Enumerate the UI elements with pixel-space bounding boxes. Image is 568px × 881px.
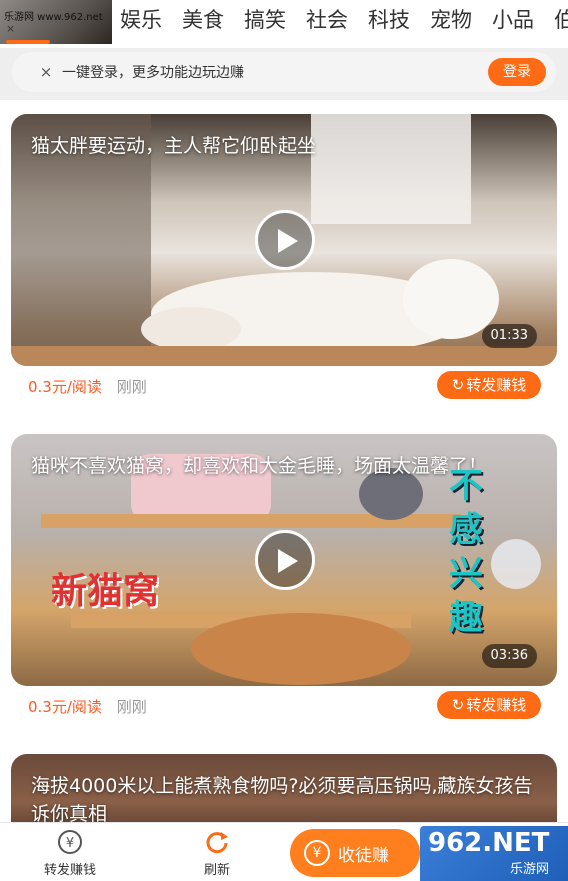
site-watermark-logo: 962.NET 乐游网 [420,826,568,881]
video-title: 海拔4000米以上能煮熟食物吗?必须要高压锅吗,藏族女孩告诉你真相 [31,775,533,825]
share-icon: ↻ [451,696,465,714]
share-earn-button[interactable]: ↻ 转发赚钱 [437,691,541,719]
login-button[interactable]: 登录 [488,58,546,86]
overlay-caption-left: 新猫窝 [51,571,160,612]
video-thumbnail[interactable]: 猫咪不喜欢猫窝，却喜欢和大金毛睡，场面太温馨了！ 新猫窝 不感兴趣 03:36 [11,434,557,686]
nav-share-earn-label: 转发赚钱 [43,863,96,878]
watermark-big-text: 962.NET [428,828,550,858]
card-meta: 0.3元/阅读 刚刚 [28,696,147,717]
play-icon [278,549,298,573]
nav-share-earn[interactable]: ¥ 转发赚钱 [20,829,120,878]
share-earn-button[interactable]: ↻ 转发赚钱 [437,371,541,399]
tab-food[interactable]: 美食 [182,4,224,36]
tab-tech[interactable]: 科技 [368,4,410,36]
play-button[interactable] [255,210,315,270]
post-time: 刚刚 [116,378,147,396]
reward-price: 0.3元/阅读 [28,378,102,396]
tab-entertainment[interactable]: 娱乐 [120,4,162,36]
category-tabs: 娱乐 美食 搞笑 社会 科技 宠物 小品 伯 [120,4,568,36]
recruit-earn-button[interactable]: ¥ 收徒赚 [290,829,420,877]
post-time: 刚刚 [116,698,147,716]
svg-text:¥: ¥ [66,836,74,851]
share-earn-label: 转发赚钱 [466,696,527,714]
active-tab-indicator [6,40,50,44]
close-icon[interactable]: × [6,22,15,35]
tab-funny[interactable]: 搞笑 [244,4,286,36]
watermark-small-text: 乐游网 [510,862,550,877]
video-card[interactable]: 猫太胖要运动，主人帮它仰卧起坐 01:33 0.3元/阅读 刚刚 ↻ 转发赚钱 [0,100,568,420]
video-duration: 03:36 [481,644,537,668]
video-card[interactable]: 海拔4000米以上能煮熟食物吗?必须要高压锅吗,藏族女孩告诉你真相 [0,740,568,834]
play-icon [278,229,298,253]
nav-refresh[interactable]: 刷新 [167,829,267,878]
video-card[interactable]: 猫咪不喜欢猫窝，却喜欢和大金毛睡，场面太温馨了！ 新猫窝 不感兴趣 03:36 … [0,420,568,740]
tab-pets[interactable]: 宠物 [430,4,472,36]
reward-price: 0.3元/阅读 [28,698,102,716]
nav-refresh-label: 刷新 [203,863,230,878]
tab-society[interactable]: 社会 [306,4,348,36]
yen-coin-icon: ¥ [57,829,83,855]
share-earn-label: 转发赚钱 [466,376,527,394]
tab-more[interactable]: 伯 [554,4,568,36]
recruit-earn-label: 收徒赚 [338,845,389,866]
close-icon[interactable]: × [36,63,56,81]
video-duration: 01:33 [481,324,537,348]
play-button[interactable] [255,530,315,590]
video-thumbnail[interactable]: 猫太胖要运动，主人帮它仰卧起坐 01:33 [11,114,557,366]
overlay-caption-right: 不感兴趣 [449,466,483,638]
share-icon: ↻ [451,376,465,394]
tab-skits[interactable]: 小品 [492,4,534,36]
refresh-icon [204,829,230,855]
login-prompt-bar: × 一键登录，更多功能边玩边赚 登录 [12,52,556,92]
login-prompt-text: 一键登录，更多功能边玩边赚 [62,65,244,81]
card-meta: 0.3元/阅读 刚刚 [28,376,147,397]
corner-thumbnail: 乐游网 www.962.net × [0,0,112,44]
site-watermark-text: 乐游网 www.962.net [4,12,103,23]
yen-icon: ¥ [304,840,330,866]
category-bar: 乐游网 www.962.net × 娱乐 美食 搞笑 社会 科技 宠物 小品 伯 [0,0,568,48]
video-title: 猫太胖要运动，主人帮它仰卧起坐 [31,135,317,157]
